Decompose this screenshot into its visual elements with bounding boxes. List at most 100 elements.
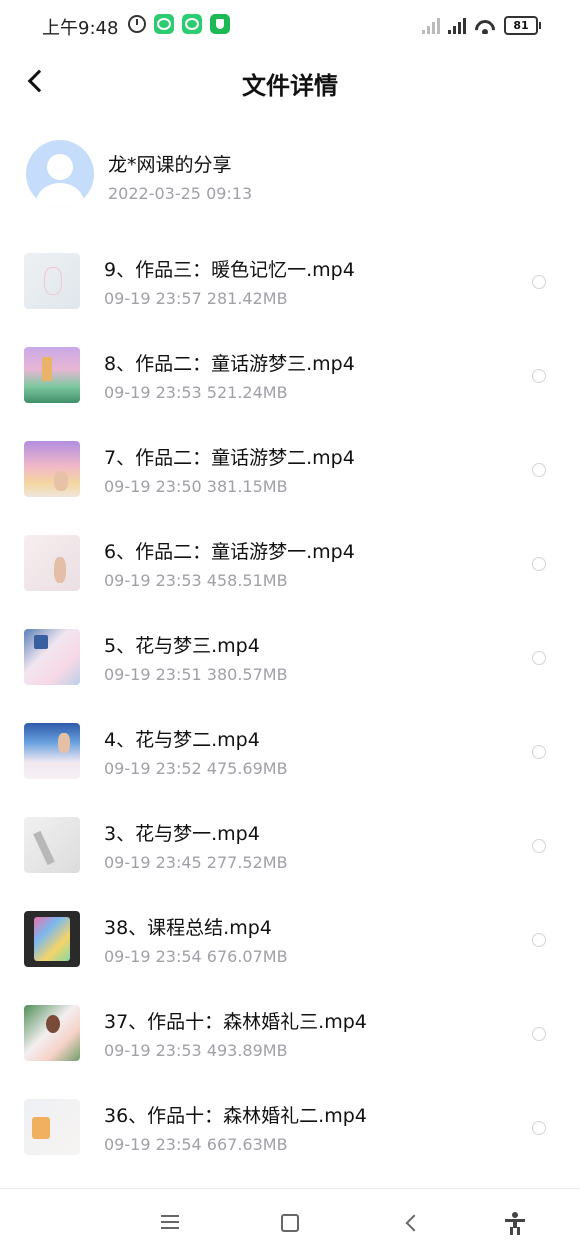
select-checkbox[interactable] [532,463,546,477]
file-name: 7、作品二：童话游梦二.mp4 [104,447,355,469]
file-date: 09-19 [104,947,151,966]
signal-icon [422,17,440,34]
file-name: 8、作品二：童话游梦三.mp4 [104,353,355,375]
video-thumbnail [24,911,80,967]
file-item[interactable]: 5、花与梦三.mp4 09-19 23:51 380.57MB [0,611,580,705]
file-date: 09-19 [104,853,151,872]
back-icon[interactable] [400,1211,424,1235]
status-icons-right: 81 [422,16,541,35]
status-bar: 上午9:48 81 [0,0,580,52]
file-size: 493.89MB [206,1041,288,1060]
video-thumbnail [24,723,80,779]
shield-icon [210,14,230,34]
file-date: 09-19 [104,1135,151,1154]
select-checkbox[interactable] [532,1027,546,1041]
accessibility-icon[interactable] [503,1211,527,1235]
file-date: 09-19 [104,1041,151,1060]
select-checkbox[interactable] [532,369,546,383]
file-date: 09-19 [104,383,151,402]
header: 文件详情 [0,52,580,112]
file-size: 458.51MB [206,571,288,590]
file-meta: 09-19 23:45 277.52MB [104,853,288,872]
file-name: 36、作品十：森林婚礼二.mp4 [104,1105,367,1127]
status-icons-left [128,14,230,34]
battery-icon: 81 [504,16,541,35]
file-meta: 09-19 23:57 281.42MB [104,289,288,308]
file-time: 23:53 [155,383,202,402]
file-time: 23:51 [155,665,202,684]
file-date: 09-19 [104,571,151,590]
file-size: 277.52MB [206,853,288,872]
select-checkbox[interactable] [532,933,546,947]
file-size: 667.63MB [206,1135,288,1154]
file-name: 4、花与梦二.mp4 [104,729,260,751]
file-size: 381.15MB [206,477,288,496]
avatar[interactable] [26,140,94,208]
file-meta: 09-19 23:54 676.07MB [104,947,288,966]
file-date: 09-19 [104,477,151,496]
file-time: 23:53 [155,1041,202,1060]
file-meta: 09-19 23:50 381.15MB [104,477,288,496]
file-name: 37、作品十：森林婚礼三.mp4 [104,1011,367,1033]
file-item[interactable]: 37、作品十：森林婚礼三.mp4 09-19 23:53 493.89MB [0,987,580,1081]
file-item[interactable]: 3、花与梦一.mp4 09-19 23:45 277.52MB [0,799,580,893]
file-meta: 09-19 23:54 667.63MB [104,1135,288,1154]
file-date: 09-19 [104,759,151,778]
file-time: 23:53 [155,571,202,590]
file-size: 475.69MB [206,759,288,778]
file-name: 3、花与梦一.mp4 [104,823,260,845]
avatar-head [47,154,73,180]
file-list: 9、作品三：暖色记忆一.mp4 09-19 23:57 281.42MB 8、作… [0,235,580,1175]
select-checkbox[interactable] [532,651,546,665]
status-time: 上午9:48 [42,18,119,39]
file-meta: 09-19 23:53 493.89MB [104,1041,288,1060]
video-thumbnail [24,253,80,309]
video-thumbnail [24,629,80,685]
wifi-icon [474,18,496,34]
file-item[interactable]: 36、作品十：森林婚礼二.mp4 09-19 23:54 667.63MB [0,1081,580,1175]
file-meta: 09-19 23:53 521.24MB [104,383,288,402]
video-thumbnail [24,347,80,403]
file-time: 23:54 [155,1135,202,1154]
file-time: 23:52 [155,759,202,778]
file-size: 380.57MB [206,665,288,684]
file-item[interactable]: 4、花与梦二.mp4 09-19 23:52 475.69MB [0,705,580,799]
home-icon[interactable] [278,1211,302,1235]
menu-icon[interactable] [158,1211,182,1235]
file-meta: 09-19 23:52 475.69MB [104,759,288,778]
video-thumbnail [24,817,80,873]
sharer-info: 龙*网课的分享 2022-03-25 09:13 [0,130,580,220]
video-thumbnail [24,535,80,591]
wechat-icon [182,14,202,34]
file-item[interactable]: 38、课程总结.mp4 09-19 23:54 676.07MB [0,893,580,987]
file-meta: 09-19 23:51 380.57MB [104,665,288,684]
page-title: 文件详情 [242,72,338,100]
file-name: 38、课程总结.mp4 [104,917,272,939]
alarm-icon [128,15,146,33]
file-item[interactable]: 9、作品三：暖色记忆一.mp4 09-19 23:57 281.42MB [0,235,580,329]
select-checkbox[interactable] [532,557,546,571]
file-item[interactable]: 8、作品二：童话游梦三.mp4 09-19 23:53 521.24MB [0,329,580,423]
file-meta: 09-19 23:53 458.51MB [104,571,288,590]
file-item[interactable]: 7、作品二：童话游梦二.mp4 09-19 23:50 381.15MB [0,423,580,517]
file-name: 9、作品三：暖色记忆一.mp4 [104,259,355,281]
file-name: 5、花与梦三.mp4 [104,635,260,657]
file-name: 6、作品二：童话游梦一.mp4 [104,541,355,563]
share-date: 2022-03-25 09:13 [108,184,253,203]
select-checkbox[interactable] [532,1121,546,1135]
avatar-body [36,183,84,208]
file-item[interactable]: 6、作品二：童话游梦一.mp4 09-19 23:53 458.51MB [0,517,580,611]
select-checkbox[interactable] [532,275,546,289]
select-checkbox[interactable] [532,745,546,759]
video-thumbnail [24,1005,80,1061]
file-time: 23:54 [155,947,202,966]
file-time: 23:45 [155,853,202,872]
sharer-name: 龙*网课的分享 [108,154,232,176]
wechat-icon [154,14,174,34]
file-size: 676.07MB [206,947,288,966]
select-checkbox[interactable] [532,839,546,853]
file-date: 09-19 [104,665,151,684]
file-date: 09-19 [104,289,151,308]
file-size: 281.42MB [206,289,288,308]
video-thumbnail [24,441,80,497]
